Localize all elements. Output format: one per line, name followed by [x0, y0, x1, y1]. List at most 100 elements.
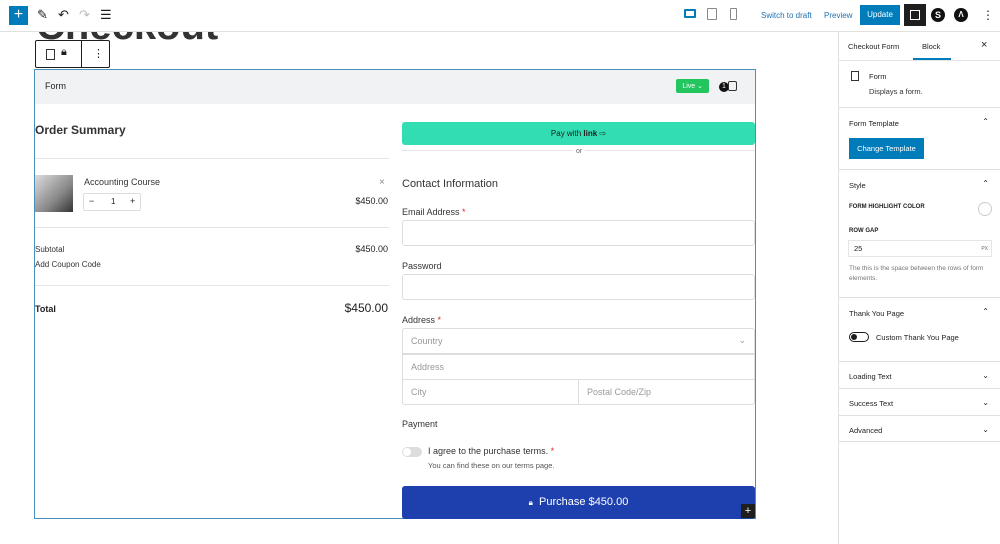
live-status-dropdown[interactable]: Live ⌄ [676, 79, 709, 93]
terms-text: I agree to the purchase terms. [428, 446, 549, 456]
editor-toolbar: + ✎ ↶ ↷ ☰ Switch to draft Preview Update… [0, 0, 1000, 32]
desktop-icon[interactable] [684, 9, 696, 18]
tab-block[interactable]: Block [922, 42, 940, 51]
pencil-icon[interactable]: ✎ [37, 7, 48, 23]
email-label-text: Email Address [402, 207, 460, 217]
preview-link[interactable]: Preview [824, 11, 852, 20]
product-name: Accounting Course [84, 177, 161, 187]
list-view-icon[interactable]: ☰ [100, 7, 112, 23]
chevron-down-icon[interactable]: ⌄ [982, 425, 989, 434]
add-block-inline-button[interactable]: + [741, 504, 755, 518]
tablet-icon[interactable] [707, 8, 717, 20]
subtotal-label: Subtotal [35, 245, 65, 254]
panel-thank-you: Thank You Page ⌃ Custom Thank You Page [839, 297, 1000, 361]
chevron-down-icon: ⌄ [738, 335, 746, 345]
terms-label: I agree to the purchase terms. * [428, 446, 555, 456]
link-logo: link [583, 129, 598, 138]
lock-icon[interactable]: 🔒︎ [61, 46, 67, 59]
panel-advanced[interactable]: Advanced ⌄ [839, 415, 1000, 442]
country-placeholder: Country [411, 336, 443, 346]
add-block-button[interactable]: + [9, 6, 28, 25]
form-header: Form Live ⌄ 1 [35, 70, 755, 104]
total-value: $450.00 [344, 301, 388, 315]
address-label-text: Address [402, 315, 436, 325]
form-template-heading[interactable]: Form Template [849, 119, 899, 128]
pay-with-link-button[interactable]: Pay with link ⇨ [402, 122, 755, 145]
payment-heading: Payment [402, 419, 438, 429]
or-divider: or [573, 148, 586, 155]
color-picker[interactable] [978, 202, 992, 216]
success-text-heading[interactable]: Success Text [849, 399, 893, 408]
total-label: Total [35, 304, 56, 314]
city-input[interactable]: City [402, 379, 579, 405]
panel-form-template: Form Template ⌃ Change Template [839, 107, 1000, 169]
quantity-value[interactable]: 1 [111, 197, 115, 206]
remove-item-icon[interactable]: × [379, 177, 385, 188]
settings-sidebar: Checkout Form Block × Form Displays a fo… [838, 32, 1000, 544]
sidebar-icon [910, 10, 920, 20]
highlight-color-label: FORM HIGHLIGHT COLOR [849, 204, 925, 210]
settings-toggle-button[interactable] [904, 4, 926, 26]
more-options-icon[interactable]: ⋮ [93, 47, 104, 60]
purchase-button[interactable]: 🔒︎ Purchase $450.00 [402, 486, 755, 519]
loading-text-heading[interactable]: Loading Text [849, 372, 891, 381]
row-gap-value: 25 [854, 244, 863, 253]
thank-you-heading[interactable]: Thank You Page [849, 309, 904, 318]
address-input[interactable]: Address [402, 354, 755, 380]
panel-loading-text[interactable]: Loading Text ⌄ [839, 361, 1000, 388]
row-gap-label: ROW GAP [849, 228, 879, 234]
purchase-label: Purchase $450.00 [539, 496, 629, 508]
unit-label: PX [981, 246, 988, 252]
advanced-heading[interactable]: Advanced [849, 426, 882, 435]
product-image [35, 175, 73, 212]
contact-heading: Contact Information [402, 178, 498, 190]
close-icon[interactable]: × [981, 39, 987, 51]
decrement-button[interactable]: − [89, 196, 94, 206]
password-label: Password [402, 261, 442, 271]
tab-checkout-form[interactable]: Checkout Form [848, 42, 899, 51]
checkout-form-block[interactable]: Form Live ⌄ 1 Order Summary Accounting C… [34, 69, 756, 519]
postal-code-input[interactable]: Postal Code/Zip [578, 379, 755, 405]
chevron-up-icon[interactable]: ⌃ [982, 307, 989, 316]
custom-thank-you-label: Custom Thank You Page [876, 333, 959, 342]
lock-icon: 🔒︎ [528, 498, 533, 507]
redo-icon[interactable]: ↷ [79, 7, 90, 23]
plugin-s-icon[interactable]: S [931, 8, 945, 22]
live-label: Live [682, 83, 696, 90]
switch-to-draft-link[interactable]: Switch to draft [761, 11, 812, 20]
chevron-up-icon[interactable]: ⌃ [982, 117, 989, 126]
chevron-up-icon[interactable]: ⌃ [982, 179, 989, 188]
email-label: Email Address * [402, 207, 466, 217]
cart-icon[interactable] [728, 81, 737, 91]
row-gap-help: The this is the space between the rows o… [849, 265, 984, 282]
block-description: Displays a form. [869, 87, 923, 96]
update-button[interactable]: Update [860, 5, 900, 25]
chevron-down-icon[interactable]: ⌄ [982, 371, 989, 380]
style-heading[interactable]: Style [849, 181, 866, 190]
chevron-down-icon[interactable]: ⌄ [982, 398, 989, 407]
country-select[interactable]: Country ⌄ [402, 328, 755, 354]
password-input[interactable] [402, 274, 755, 300]
pay-with-label: Pay with [550, 129, 582, 138]
change-template-button[interactable]: Change Template [849, 138, 924, 159]
form-header-label: Form [45, 81, 66, 91]
panel-success-text[interactable]: Success Text ⌄ [839, 388, 1000, 415]
custom-thank-you-toggle[interactable] [849, 332, 869, 342]
mobile-icon[interactable] [730, 8, 737, 20]
row-gap-input[interactable]: 25 PX [848, 240, 992, 257]
options-menu-icon[interactable]: ⋮ [982, 8, 994, 22]
editor-canvas: Checkout 🔒︎ ⋮ Form Live ⌄ 1 Order Summar… [0, 32, 830, 544]
order-summary-heading: Order Summary [35, 123, 126, 137]
divider [81, 41, 82, 67]
add-coupon-link[interactable]: Add Coupon Code [35, 260, 101, 269]
plugin-a-icon[interactable]: Λ [954, 8, 968, 22]
undo-icon[interactable]: ↶ [58, 7, 69, 23]
email-input[interactable] [402, 220, 755, 246]
terms-subtext: You can find these on our terms page. [428, 461, 555, 470]
quantity-stepper[interactable]: − 1 + [83, 193, 141, 211]
increment-button[interactable]: + [130, 196, 135, 206]
panel-style: Style ⌃ FORM HIGHLIGHT COLOR ROW GAP 25 PX… [839, 169, 1000, 297]
form-block-icon[interactable] [46, 49, 55, 60]
form-block-icon [851, 71, 859, 81]
terms-toggle[interactable] [402, 447, 422, 457]
